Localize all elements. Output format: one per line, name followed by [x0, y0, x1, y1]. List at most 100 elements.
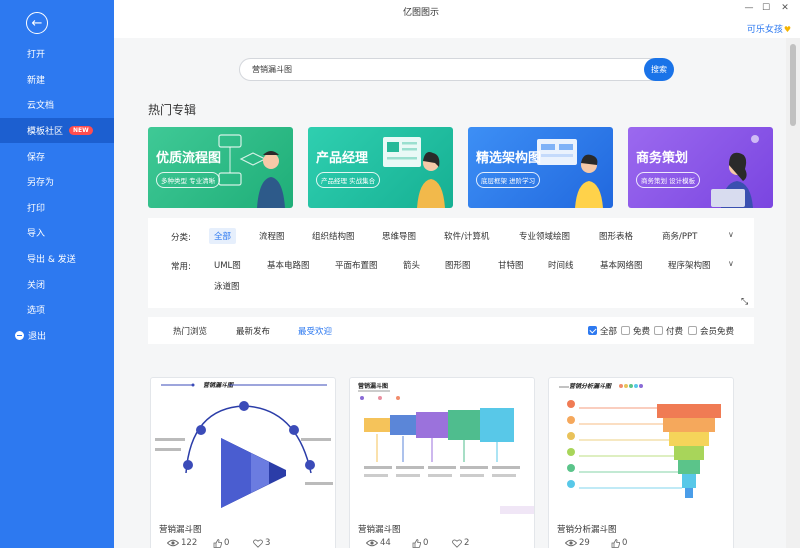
user-name[interactable]: 可乐女孩♥ — [747, 22, 791, 35]
template-card[interactable]: 营销分析漏斗图 营销分析漏斗图 29 0 — [548, 377, 734, 548]
banner-business-plan[interactable]: 商务策划 商务策划 设计模板 — [628, 127, 773, 208]
section-title-hot: 热门专辑 — [148, 103, 197, 117]
likes-stat[interactable]: 0 — [412, 538, 428, 548]
sidebar-item-open[interactable]: 打开 — [0, 41, 114, 67]
banner-illustration-icon — [218, 134, 285, 208]
common-chip[interactable]: 程序架构图 — [663, 257, 716, 273]
sidebar-item-template-community[interactable]: 模板社区 NEW — [0, 117, 114, 144]
heart-outline-icon — [452, 539, 462, 548]
banner-illustration-icon — [383, 137, 445, 208]
banner-title: 精选架构图 — [476, 151, 542, 166]
close-icon[interactable]: ✕ — [778, 3, 792, 13]
heart-icon: ♥ — [783, 25, 791, 34]
checkbox-free[interactable] — [621, 326, 630, 335]
category-chip[interactable]: 专业领域绘图 — [514, 228, 575, 244]
app-title: 亿图图示 — [402, 8, 439, 18]
back-button[interactable]: ← — [26, 12, 48, 34]
preview-title: 营销漏斗图 — [358, 382, 388, 390]
views-stat: 44 — [366, 538, 391, 548]
common-chip[interactable]: 时间线 — [543, 257, 579, 273]
banner-subtitle: 产品经理 实战集合 — [316, 172, 381, 188]
views-stat: 122 — [167, 538, 197, 548]
common-chip[interactable]: 甘特图 — [493, 257, 529, 273]
template-card[interactable]: 营销漏斗图 营销漏斗图 122 0 3 — [150, 377, 336, 548]
tab-popular[interactable]: 最受欢迎 — [298, 325, 332, 337]
checkbox-label: 付费 — [666, 327, 684, 337]
likes-stat[interactable]: 0 — [213, 538, 229, 548]
template-card[interactable]: 营销漏斗图 营销漏斗图 44 0 2 — [349, 377, 535, 548]
title-bar: 亿图图示 — ☐ ✕ 可乐女孩♥ — [114, 0, 800, 38]
checkbox-all[interactable] — [588, 326, 597, 335]
tab-latest[interactable]: 最新发布 — [236, 325, 270, 337]
sidebar-item-cloud-docs[interactable]: 云文档 — [0, 92, 114, 118]
common-chip[interactable]: 箭头 — [398, 257, 425, 273]
category-chip[interactable]: 思维导图 — [377, 228, 421, 244]
search-bar: 搜索 — [239, 58, 675, 81]
card-title: 营销漏斗图 — [159, 525, 202, 535]
favorites-stat[interactable]: 2 — [452, 538, 469, 548]
sidebar: ← 打开 新建 云文档 模板社区 NEW 保存 另存为 打印 导入 导出 & 发送… — [0, 0, 114, 548]
category-chip[interactable]: 组织结构图 — [307, 228, 360, 244]
search-button[interactable]: 搜索 — [644, 58, 674, 81]
common-chip[interactable]: 平面布置图 — [330, 257, 383, 273]
sidebar-item-options[interactable]: 选项 — [0, 297, 114, 323]
minimize-icon[interactable]: — — [742, 3, 756, 13]
heart-outline-icon — [253, 539, 263, 548]
sidebar-item-new[interactable]: 新建 — [0, 67, 114, 93]
sidebar-item-print[interactable]: 打印 — [0, 195, 114, 221]
maximize-icon[interactable]: ☐ — [759, 3, 773, 13]
card-title: 营销分析漏斗图 — [557, 525, 617, 535]
eye-icon — [366, 539, 378, 547]
banner-flowchart[interactable]: 优质流程图 多种类型 专业清晰 — [148, 127, 293, 208]
sort-tabs: 热门浏览 最新发布 最受欢迎 全部 免费 付费 会员免费 — [148, 317, 754, 344]
common-chip[interactable]: 泳道图 — [209, 278, 245, 294]
card-title: 营销漏斗图 — [358, 525, 401, 535]
banner-title: 商务策划 — [636, 151, 689, 166]
favorites-stat[interactable]: 3 — [253, 538, 270, 548]
checkbox-label: 会员免费 — [700, 327, 735, 337]
sidebar-item-export-send[interactable]: 导出 & 发送 — [0, 246, 114, 272]
category-chip[interactable]: 图形表格 — [594, 228, 638, 244]
eye-icon — [167, 539, 179, 547]
scrollbar[interactable] — [786, 38, 800, 548]
filter-panel: 分类: 全部 流程图 组织结构图 思维导图 软件/计算机 专业领域绘图 图形表格… — [148, 218, 754, 308]
scroll-thumb[interactable] — [790, 44, 796, 126]
banner-architecture[interactable]: 精选架构图 底层框架 进阶学习 — [468, 127, 613, 208]
banner-illustration-icon — [537, 139, 603, 208]
sidebar-item-import[interactable]: 导入 — [0, 220, 114, 246]
sidebar-item-close[interactable]: 关闭 — [0, 271, 114, 297]
thumbs-up-icon — [213, 538, 222, 548]
views-stat: 29 — [565, 538, 590, 548]
category-chip[interactable]: 软件/计算机 — [439, 228, 494, 244]
common-chip[interactable]: UML图 — [209, 257, 246, 273]
checkbox-member-free[interactable] — [688, 326, 697, 335]
common-chip[interactable]: 基本电路图 — [262, 257, 315, 273]
exit-icon — [15, 330, 24, 340]
main-content: 搜索 热门专辑 优质流程图 多种类型 专业清晰 产品经理 产品经理 实战集合 — [114, 38, 786, 548]
search-input[interactable] — [239, 58, 659, 81]
common-chip[interactable]: 图形图 — [440, 257, 476, 273]
banner-product-manager[interactable]: 产品经理 产品经理 实战集合 — [308, 127, 453, 208]
banner-title: 产品经理 — [316, 151, 369, 166]
template-preview: 营销漏斗图 — [155, 381, 333, 508]
common-chip[interactable]: 基本网络图 — [595, 257, 648, 273]
sidebar-item-save-as[interactable]: 另存为 — [0, 169, 114, 195]
likes-stat[interactable]: 0 — [611, 538, 627, 548]
template-preview: 营销漏斗图 — [358, 382, 534, 514]
category-label: 分类: — [171, 233, 191, 243]
category-chip[interactable]: 商务/PPT — [657, 228, 702, 244]
category-chip[interactable]: 流程图 — [254, 228, 290, 244]
category-chip[interactable]: 全部 — [209, 228, 237, 244]
banner-title: 优质流程图 — [156, 151, 222, 166]
checkbox-label: 全部 — [600, 327, 618, 337]
chevron-down-icon[interactable]: ∨ — [728, 259, 734, 268]
tab-hot[interactable]: 热门浏览 — [173, 325, 207, 337]
sidebar-item-save[interactable]: 保存 — [0, 143, 114, 169]
chevron-down-icon[interactable]: ∨ — [728, 230, 734, 239]
expand-icon[interactable]: ⤡ — [741, 297, 748, 307]
template-preview: 营销分析漏斗图 — [559, 382, 721, 498]
checkbox-paid[interactable] — [654, 326, 663, 335]
banner-subtitle: 多种类型 专业清晰 — [156, 172, 221, 188]
checkbox-label: 免费 — [633, 327, 651, 337]
sidebar-item-exit[interactable]: 退出 — [0, 323, 114, 349]
